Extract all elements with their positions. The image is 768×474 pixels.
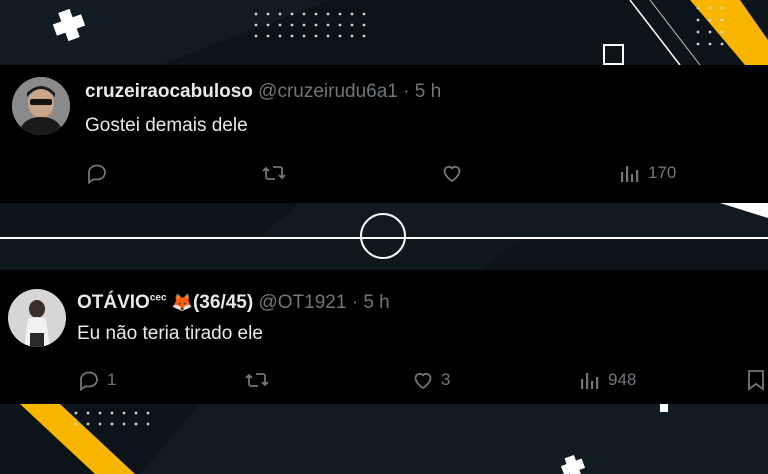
fox-emoji: 🦊 (171, 293, 193, 312)
retweet-button[interactable] (244, 368, 270, 392)
reply-button[interactable]: 1 (77, 368, 116, 392)
like-button[interactable] (440, 161, 464, 185)
timestamp[interactable]: 5 h (415, 81, 441, 102)
name-suffix: cec (149, 292, 167, 304)
views-icon (578, 368, 602, 392)
reply-icon (85, 161, 109, 185)
name-tag: (36/45) (192, 292, 254, 313)
reply-count: 1 (107, 370, 117, 389)
retweet-icon (261, 161, 287, 185)
like-count: 3 (441, 370, 451, 389)
like-button[interactable]: 3 (411, 368, 450, 392)
post-card[interactable]: cruzeiraocabuloso @cruzeirudu6a1 · 5 h G… (0, 65, 768, 203)
bookmark-icon (745, 368, 767, 392)
handle[interactable]: @OT1921 (258, 292, 346, 313)
like-icon (411, 368, 435, 392)
views-button[interactable]: 948 (578, 368, 636, 392)
separator: · (403, 81, 410, 102)
avatar[interactable] (8, 289, 66, 347)
post-card[interactable]: OTÁVIOcec 🦊(36/45) @OT1921 · 5 h Eu não … (0, 270, 768, 404)
views-count: 948 (608, 370, 637, 389)
reply-button[interactable] (85, 161, 109, 185)
display-name[interactable]: OTÁVIO (77, 292, 150, 313)
post-text: Eu não teria tirado ele (77, 323, 263, 344)
handle[interactable]: @cruzeirudu6a1 (258, 81, 398, 102)
views-button[interactable]: 170 (618, 161, 676, 185)
reply-icon (77, 368, 101, 392)
retweet-icon (244, 368, 270, 392)
like-icon (440, 161, 464, 185)
retweet-button[interactable] (261, 161, 287, 185)
timestamp[interactable]: 5 h (363, 292, 389, 313)
circle-outline (360, 213, 406, 259)
avatar[interactable] (12, 77, 70, 135)
post-text: Gostei demais dele (85, 115, 248, 136)
views-icon (618, 161, 642, 185)
bookmark-button[interactable] (745, 368, 767, 392)
views-count: 170 (648, 163, 677, 182)
separator: · (351, 292, 359, 313)
display-name[interactable]: cruzeiraocabuloso (85, 81, 253, 102)
